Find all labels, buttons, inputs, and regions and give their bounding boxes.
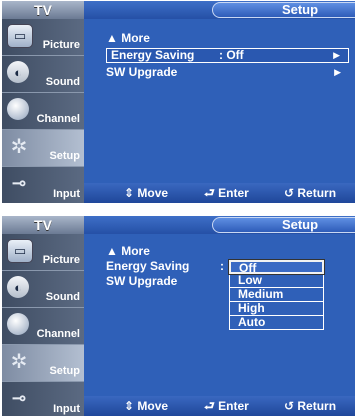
menu-item-sw-upgrade[interactable]: SW Upgrade xyxy=(106,274,177,289)
title-bar: Setup xyxy=(84,216,355,234)
footer-bar: ⇕ Move ⮐ Enter ↺ Return xyxy=(84,396,355,416)
return-hint: ↺ Return xyxy=(284,186,337,200)
sidebar-item-label: Picture xyxy=(42,254,80,266)
sidebar-item-label: Input xyxy=(53,403,80,415)
energy-saving-options: Off Low Medium High Auto xyxy=(228,259,325,330)
tv-label: TV xyxy=(2,1,84,19)
input-icon: ⊸ xyxy=(11,172,27,193)
menu-item-label: SW Upgrade xyxy=(106,65,178,79)
sidebar: ▭ Picture ◐ Sound Channel ✲ Setup ⊸ Inpu… xyxy=(2,19,84,203)
return-hint: ↺ Return xyxy=(284,399,337,413)
sidebar-item-label: Sound xyxy=(45,76,80,88)
menu-item-label: SW Upgrade xyxy=(106,274,178,288)
setup-icon: ✲ xyxy=(10,350,28,373)
menu-item-energy-saving[interactable]: Energy Saving : Off ▶ xyxy=(106,48,349,63)
sidebar-item-label: Setup xyxy=(49,150,80,162)
sidebar-item-input[interactable]: ⊸ Input xyxy=(2,167,84,203)
sidebar-item-label: Sound xyxy=(45,291,80,303)
option-auto[interactable]: Auto xyxy=(229,316,324,330)
sidebar-item-label: Input xyxy=(53,188,80,200)
menu-item-value: : xyxy=(220,259,224,273)
input-icon: ⊸ xyxy=(11,387,27,408)
sidebar-item-label: Channel xyxy=(36,328,80,340)
tv-label: TV xyxy=(2,216,84,234)
sidebar-item-label: Picture xyxy=(42,39,80,51)
more-item[interactable]: ▲ More xyxy=(106,244,150,259)
sidebar-item-picture[interactable]: ▭ Picture xyxy=(2,19,84,56)
sidebar-item-channel[interactable]: Channel xyxy=(2,308,84,345)
menu-item-label: Energy Saving xyxy=(111,48,195,62)
sound-icon: ◐ xyxy=(7,61,29,83)
channel-icon xyxy=(7,98,29,120)
enter-hint: ⮐ Enter xyxy=(204,399,249,413)
menu-item-value: : Off xyxy=(219,48,244,62)
sidebar-item-label: Channel xyxy=(36,113,80,125)
sound-icon: ◐ xyxy=(7,276,29,298)
move-hint: ⇕ Move xyxy=(124,399,169,413)
sidebar-item-setup[interactable]: ✲ Setup xyxy=(2,345,84,382)
setup-icon: ✲ xyxy=(10,135,28,158)
sidebar-item-sound[interactable]: ◐ Sound xyxy=(2,56,84,93)
option-high[interactable]: High xyxy=(229,302,324,316)
footer-bar: ⇕ Move ⮐ Enter ↺ Return xyxy=(84,183,355,203)
channel-icon xyxy=(7,313,29,335)
arrow-right-icon: ▶ xyxy=(334,67,341,77)
sidebar-item-input[interactable]: ⊸ Input xyxy=(2,382,84,416)
more-item[interactable]: ▲ More xyxy=(106,31,150,46)
picture-icon: ▭ xyxy=(7,239,33,263)
picture-icon: ▭ xyxy=(7,24,33,48)
menu-item-label: Energy Saving xyxy=(106,259,190,273)
move-hint: ⇕ Move xyxy=(124,186,169,200)
sidebar: ▭ Picture ◐ Sound Channel ✲ Setup ⊸ Inpu… xyxy=(2,234,84,416)
menu-item-energy-saving[interactable]: Energy Saving xyxy=(106,259,189,274)
option-off[interactable]: Off xyxy=(228,259,325,275)
arrow-right-icon: ▶ xyxy=(333,50,340,60)
setup-screen-menu: TV Setup ▭ Picture ◐ Sound Channel ✲ Set… xyxy=(2,1,355,203)
menu-title: Setup xyxy=(212,217,355,233)
menu-item-sw-upgrade[interactable]: SW Upgrade ▶ xyxy=(106,65,349,80)
menu-content: ▲ More Energy Saving : Off ▶ SW Upgrade … xyxy=(94,19,355,183)
sidebar-item-sound[interactable]: ◐ Sound xyxy=(2,271,84,308)
sidebar-item-label: Setup xyxy=(49,365,80,377)
menu-title: Setup xyxy=(212,2,355,18)
setup-screen-options: TV Setup ▭ Picture ◐ Sound Channel ✲ Set… xyxy=(2,216,355,416)
sidebar-item-channel[interactable]: Channel xyxy=(2,93,84,130)
enter-hint: ⮐ Enter xyxy=(204,186,249,200)
sidebar-item-setup[interactable]: ✲ Setup xyxy=(2,130,84,167)
sidebar-item-picture[interactable]: ▭ Picture xyxy=(2,234,84,271)
title-bar: Setup xyxy=(84,1,355,19)
option-low[interactable]: Low xyxy=(229,274,324,288)
option-medium[interactable]: Medium xyxy=(229,288,324,302)
